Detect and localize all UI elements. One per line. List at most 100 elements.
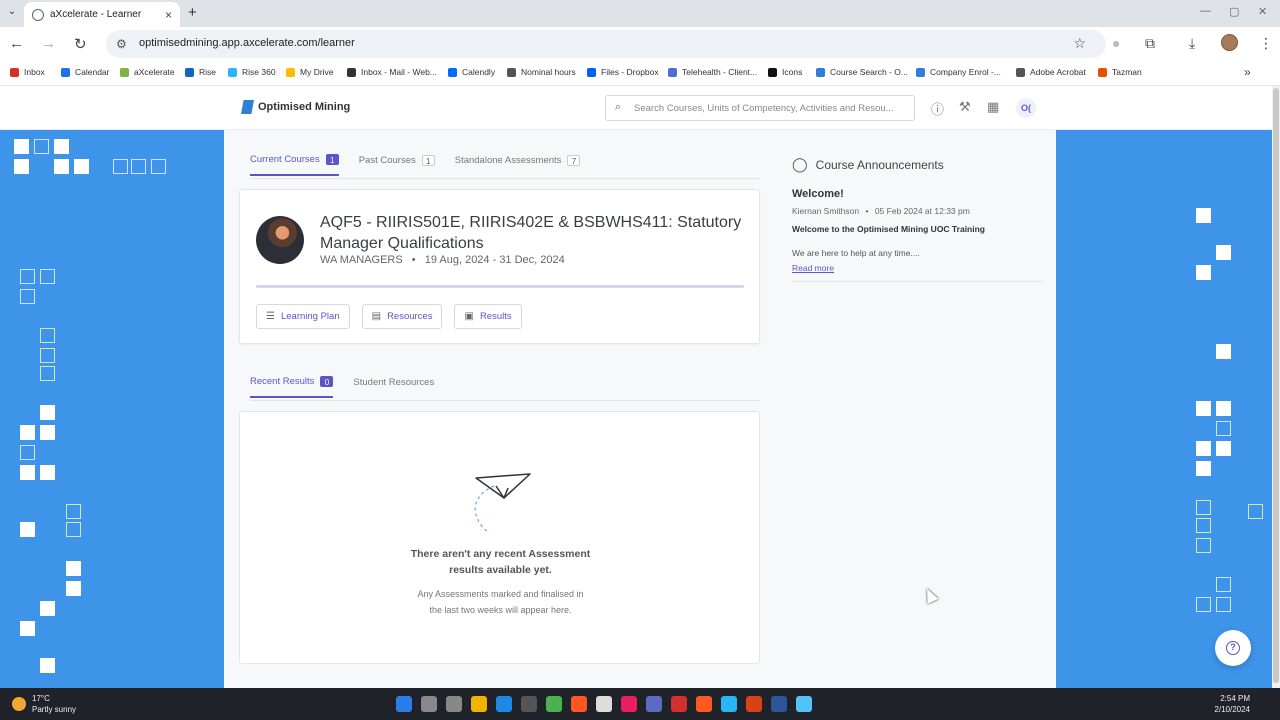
bookmark-item[interactable]: aXcelerate	[120, 67, 175, 77]
bookmark-item[interactable]: Icons	[768, 67, 802, 77]
taskbar-app-icon[interactable]	[646, 696, 662, 712]
announcement-date: 05 Feb 2024 at 12:33 pm	[874, 206, 970, 216]
profile-avatar[interactable]	[1221, 34, 1238, 51]
windows-taskbar: 17°C Partly sunny 2:54 PM 2/10/2024	[0, 688, 1280, 720]
search-placeholder: Search Courses, Units of Competency, Act…	[634, 103, 894, 114]
browser-tab[interactable]: aXcelerate - Learner ×	[24, 2, 180, 27]
bookmark-item[interactable]: Company Enrol -...	[916, 67, 1001, 77]
bookmark-favicon-icon	[507, 67, 516, 77]
search-input[interactable]: ⌕ Search Courses, Units of Competency, A…	[605, 95, 915, 121]
tab-past-courses[interactable]: Past Courses 1	[359, 154, 435, 176]
read-more-link[interactable]: Read more	[792, 263, 834, 273]
search-icon: ⌕	[615, 101, 622, 113]
taskbar-app-icon[interactable]	[721, 696, 737, 712]
bookmark-item[interactable]: Calendly	[448, 67, 495, 77]
taskbar-app-icon[interactable]	[421, 696, 437, 712]
bookmark-favicon-icon	[1016, 67, 1025, 77]
bookmark-favicon-icon	[816, 67, 825, 77]
course-tabs: Current Courses 1 Past Courses 1 Standalone …	[250, 154, 581, 176]
user-avatar[interactable]: O(	[1016, 98, 1036, 118]
system-clock[interactable]: 2:54 PM 2/10/2024	[1214, 693, 1250, 715]
bookmark-item[interactable]: Inbox	[10, 67, 45, 77]
taskbar-app-icon[interactable]	[696, 696, 712, 712]
taskbar-app-icon[interactable]	[546, 696, 562, 712]
bookmark-item[interactable]: Rise	[185, 67, 216, 77]
tab-recent-results[interactable]: Recent Results 0	[250, 376, 334, 398]
bookmark-label: Inbox - Mail - Web...	[361, 67, 437, 77]
course-meta: WA MANAGERS • 19 Aug, 2024 - 31 Dec, 202…	[320, 254, 565, 266]
download-icon[interactable]: ⤓	[1189, 35, 1195, 52]
bookmark-star-icon[interactable]: ☆	[1073, 35, 1086, 52]
taskbar-app-icon[interactable]	[571, 696, 587, 712]
taskbar-app-icon[interactable]	[471, 696, 487, 712]
tools-icon[interactable]: ⚒	[959, 99, 971, 115]
maximize-icon[interactable]: ▢	[1229, 5, 1239, 18]
bookmark-item[interactable]: Course Search - O...	[816, 67, 908, 77]
tab-close-icon[interactable]: ×	[165, 8, 172, 22]
bookmark-item[interactable]: Files - Dropbox	[587, 67, 659, 77]
taskbar-app-icon[interactable]	[746, 696, 762, 712]
temperature: 17°C	[32, 694, 50, 703]
bookmark-item[interactable]: Calendar	[61, 67, 110, 77]
forward-icon[interactable]: →	[41, 35, 56, 52]
taskbar-app-icon[interactable]	[621, 696, 637, 712]
browser-tabstrip: ⌄ aXcelerate - Learner × + — ▢ ✕	[0, 0, 1280, 27]
tab-student-resources[interactable]: Student Resources	[353, 376, 434, 398]
count-badge: 1	[421, 155, 435, 166]
calendar-icon[interactable]: ▦	[987, 99, 999, 115]
help-button[interactable]: ?	[1215, 630, 1251, 666]
extension-icon[interactable]: ●	[1112, 35, 1120, 51]
tab-standalone-assessments[interactable]: Standalone Assessments 7	[455, 154, 581, 176]
results-button[interactable]: ▣ Results	[454, 304, 522, 329]
help-icon[interactable]: ⓘ	[931, 99, 944, 118]
taskbar-app-icon[interactable]	[671, 696, 687, 712]
reload-icon[interactable]: ↻	[74, 35, 87, 53]
bookmark-favicon-icon	[448, 67, 457, 77]
clock-time: 2:54 PM	[1220, 694, 1250, 703]
bookmark-item[interactable]: Nominal hours	[507, 67, 576, 77]
resources-button[interactable]: ▤ Resources	[361, 304, 443, 329]
taskbar-app-icon[interactable]	[521, 696, 537, 712]
course-title[interactable]: AQF5 - RIIRIS501E, RIIRIS402E & BSBWHS41…	[320, 212, 750, 254]
main-content: Current Courses 1 Past Courses 1 Standalone …	[224, 130, 1056, 688]
extensions-puzzle-icon[interactable]: ⧉	[1145, 35, 1155, 52]
announcement-meta-sep: •	[865, 206, 869, 216]
app-header: Optimised Mining ⌕ Search Courses, Units…	[0, 86, 1272, 130]
url-field[interactable]: ⚙ optimisedmining.app.axcelerate.com/lea…	[106, 30, 1106, 58]
browser-menu-icon[interactable]: ⋮	[1259, 35, 1273, 52]
bookmark-item[interactable]: Telehealth - Client...	[668, 67, 757, 77]
result-tabs: Recent Results 0 Student Resources	[250, 376, 434, 398]
bookmark-item[interactable]: My Drive	[286, 67, 334, 77]
taskbar-app-icon[interactable]	[496, 696, 512, 712]
weather-text: 17°C Partly sunny	[32, 693, 76, 715]
taskbar-app-icon[interactable]	[596, 696, 612, 712]
logo-text: Optimised Mining	[258, 101, 351, 113]
scrollbar-thumb[interactable]	[1273, 88, 1279, 683]
tab-label: Current Courses	[250, 154, 320, 165]
taskbar-app-icon[interactable]	[396, 696, 412, 712]
page: Optimised Mining ⌕ Search Courses, Units…	[0, 86, 1280, 688]
tab-current-courses[interactable]: Current Courses 1	[250, 154, 339, 176]
page-scrollbar[interactable]	[1272, 86, 1280, 688]
bookmark-item[interactable]: Adobe Acrobat	[1016, 67, 1086, 77]
learning-plan-button[interactable]: ☰ Learning Plan	[256, 304, 350, 329]
new-tab-button[interactable]: +	[188, 4, 197, 21]
weather-widget[interactable]: 17°C Partly sunny	[12, 693, 76, 715]
bookmark-item[interactable]: Inbox - Mail - Web...	[347, 67, 437, 77]
close-window-icon[interactable]: ✕	[1258, 5, 1267, 18]
brand-logo[interactable]: Optimised Mining	[241, 100, 350, 114]
minimize-icon[interactable]: —	[1200, 5, 1211, 17]
site-info-icon[interactable]: ⚙	[116, 37, 127, 51]
question-icon: ?	[1226, 641, 1240, 655]
bookmark-label: Tazman	[1112, 67, 1142, 77]
course-card[interactable]: AQF5 - RIIRIS501E, RIIRIS402E & BSBWHS41…	[239, 189, 760, 344]
taskbar-app-icon[interactable]	[771, 696, 787, 712]
taskbar-app-icon[interactable]	[796, 696, 812, 712]
bookmark-item[interactable]: Rise 360	[228, 67, 276, 77]
tab-search-icon[interactable]: ⌄	[4, 6, 20, 22]
bookmark-item[interactable]: Tazman	[1098, 67, 1142, 77]
taskbar-app-icon[interactable]	[446, 696, 462, 712]
more-bookmarks-icon[interactable]: »	[1244, 65, 1251, 79]
back-icon[interactable]: ←	[9, 35, 24, 52]
url-text: optimisedmining.app.axcelerate.com/learn…	[139, 37, 355, 49]
